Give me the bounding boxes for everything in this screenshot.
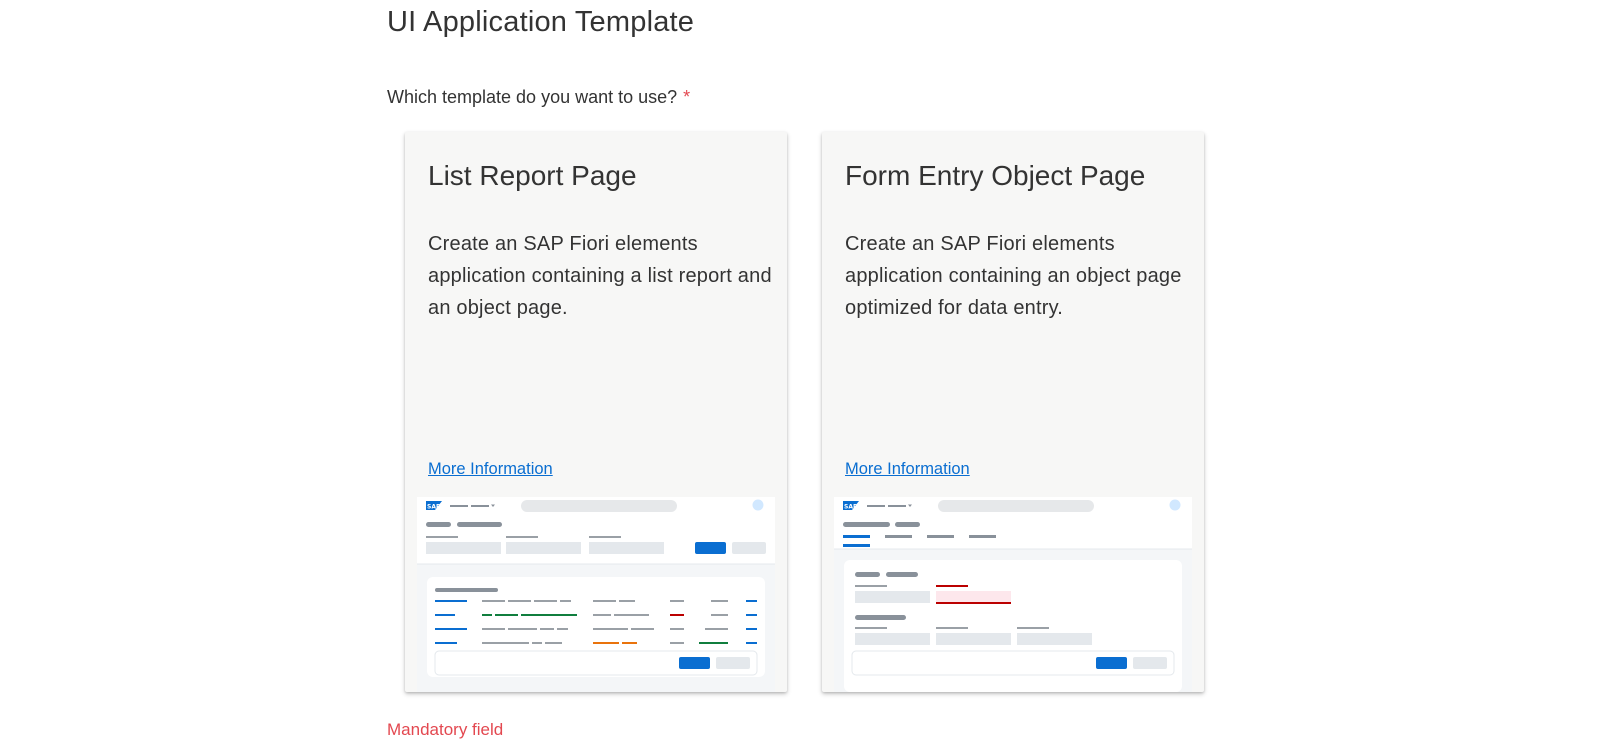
list-report-preview-image: SAP — [417, 497, 775, 692]
sap-logo-icon: SAP — [426, 501, 442, 511]
svg-text:SAP: SAP — [844, 504, 858, 511]
mandatory-field-note: Mandatory field — [387, 720, 504, 739]
template-card-form-entry-object-page[interactable]: Form Entry Object Page Create an SAP Fio… — [822, 132, 1204, 692]
template-card-list-report[interactable]: List Report Page Create an SAP Fiori ele… — [405, 132, 787, 692]
form-entry-preview-image: SAP — [834, 497, 1192, 692]
svg-text:SAP: SAP — [427, 504, 441, 511]
sap-logo-icon: SAP — [843, 501, 859, 511]
card-description: Create an SAP Fiori elements application… — [845, 233, 1182, 319]
template-question-label: Which template do you want to use? * — [387, 87, 690, 108]
more-information-link[interactable]: More Information — [845, 460, 970, 479]
card-title: List Report Page — [428, 160, 637, 191]
card-title: Form Entry Object Page — [845, 160, 1146, 191]
required-marker: * — [683, 87, 691, 107]
card-description: Create an SAP Fiori elements application… — [428, 233, 772, 319]
more-information-link[interactable]: More Information — [428, 460, 553, 479]
question-text: Which template do you want to use? — [387, 87, 678, 107]
page-title: UI Application Template — [387, 6, 695, 38]
